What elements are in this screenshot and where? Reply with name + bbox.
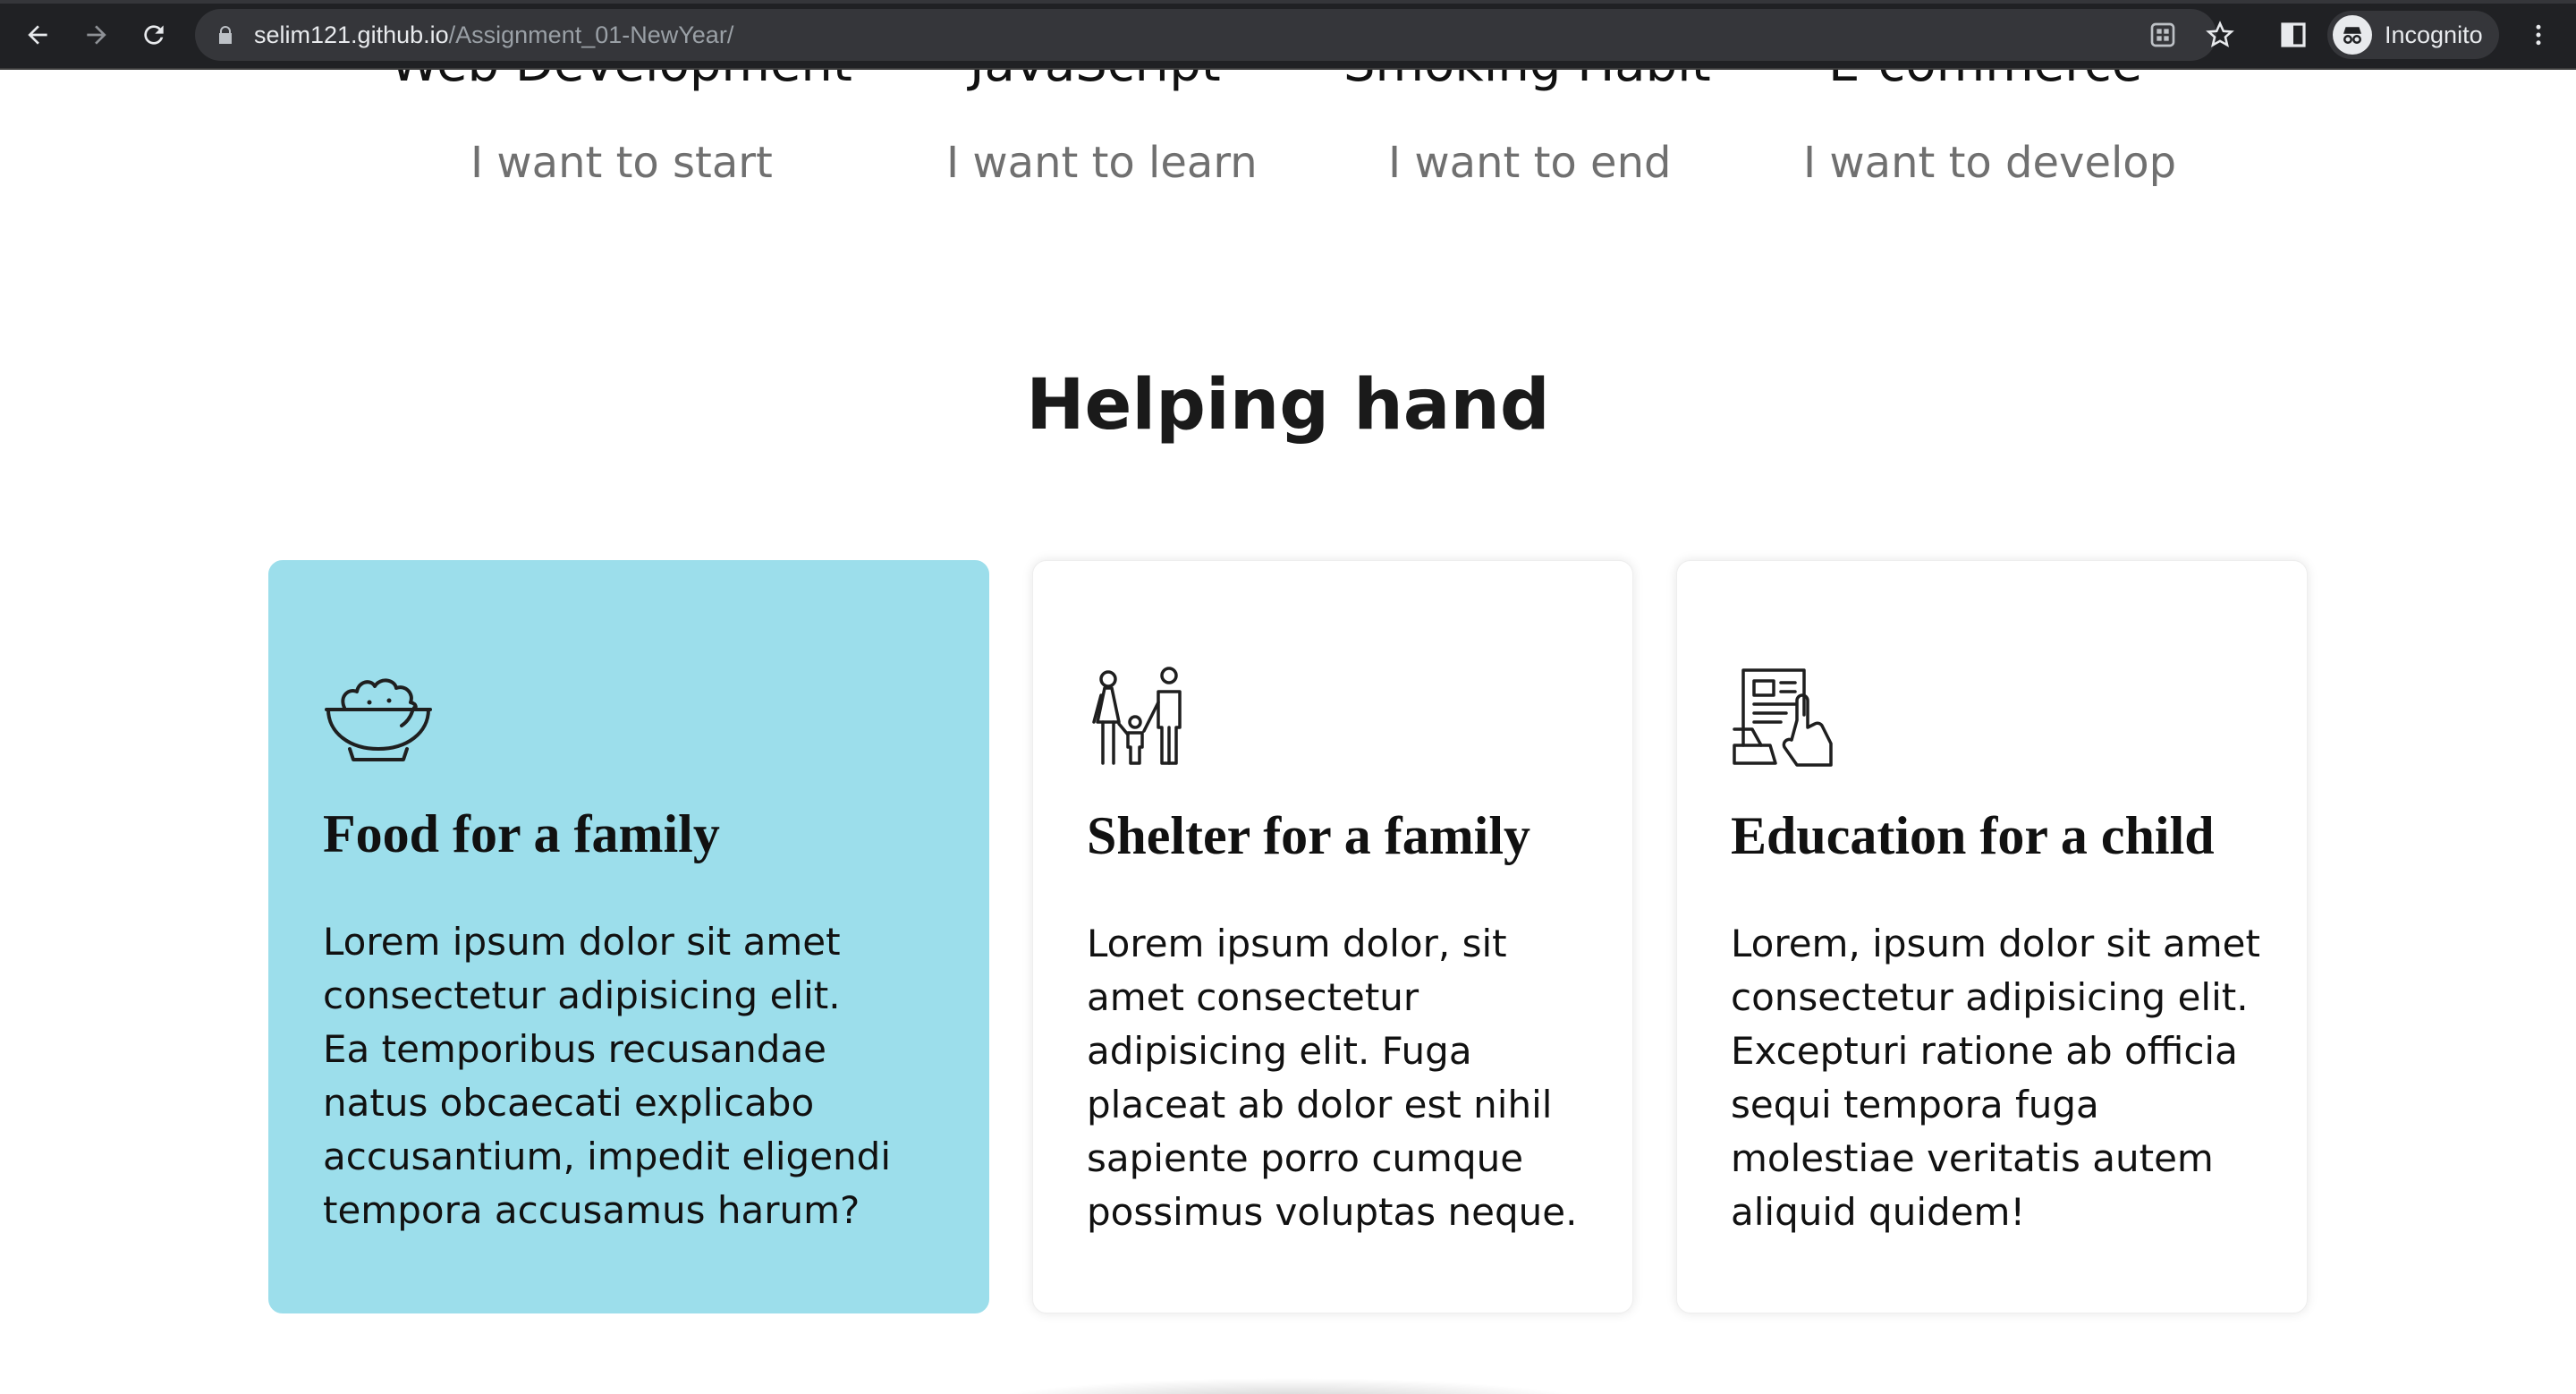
grid-icon[interactable] (2148, 21, 2177, 49)
arrow-right-icon (87, 25, 106, 45)
star-icon (2206, 21, 2234, 47)
next-section-shadow (975, 1378, 1601, 1394)
more-vert-icon (2536, 24, 2541, 46)
goal-subtitle: I want to develop (1803, 138, 2177, 188)
profile-label: Incognito (2385, 21, 2483, 48)
card-title: Food for a family (323, 804, 720, 863)
incognito-icon (2333, 15, 2372, 55)
browser-toolbar: selim121.github.io/Assignment_01-NewYear… (0, 0, 2576, 70)
side-panel-icon (2281, 22, 2306, 47)
card-title: Education for a child (1731, 806, 2215, 865)
url-host: selim121.github.io (254, 21, 449, 48)
url-path: /Assignment_01-NewYear/ (448, 21, 734, 48)
side-panel-button[interactable] (2275, 17, 2311, 53)
reload-button[interactable] (134, 15, 174, 55)
goal-subtitle: I want to end (1388, 138, 1672, 188)
reload-icon (144, 25, 164, 45)
bookmark-star-button[interactable] (2202, 17, 2238, 53)
goal-title: Web Development (390, 70, 852, 91)
help-card-food[interactable]: Food for a family Lorem ipsum dolor sit … (268, 560, 989, 1313)
section-title: Helping hand (1026, 365, 1550, 446)
url-text: selim121.github.io/Assignment_01-NewYear… (254, 21, 733, 49)
tab-strip-edge (0, 0, 2576, 4)
card-body: Lorem, ipsum dolor sit amet consectetur … (1731, 922, 2260, 1234)
newspaper-hand-icon (1733, 668, 1833, 767)
menu-button[interactable] (2521, 17, 2556, 53)
arrow-left-icon (28, 25, 47, 45)
card-title: Shelter for a family (1087, 806, 1531, 865)
goal-title: E-commerce (1828, 70, 2142, 91)
goal-subtitle: I want to learn (946, 138, 1258, 188)
lock-icon (219, 26, 232, 44)
card-body: Lorem ipsum dolor sit amet consectetur a… (323, 920, 892, 1232)
address-bar[interactable]: selim121.github.io/Assignment_01-NewYear… (195, 9, 2216, 61)
goal-title: Smoking Habit (1343, 70, 1711, 91)
food-bowl-icon (325, 678, 432, 761)
goal-subtitle: I want to start (470, 138, 773, 188)
page-content: Web Development I want to start JavaScri… (0, 70, 2576, 1394)
back-button[interactable] (18, 15, 57, 55)
forward-button[interactable] (77, 15, 116, 55)
help-card-shelter[interactable]: Shelter for a family Lorem ipsum dolor, … (1032, 560, 1633, 1313)
goal-title: JavaScript (970, 70, 1221, 91)
family-icon (1092, 667, 1182, 765)
card-body: Lorem ipsum dolor, sit amet consectetur … (1087, 922, 1578, 1234)
help-card-education[interactable]: Education for a child Lorem, ipsum dolor… (1676, 560, 2308, 1313)
incognito-profile-button[interactable]: Incognito (2327, 11, 2499, 59)
